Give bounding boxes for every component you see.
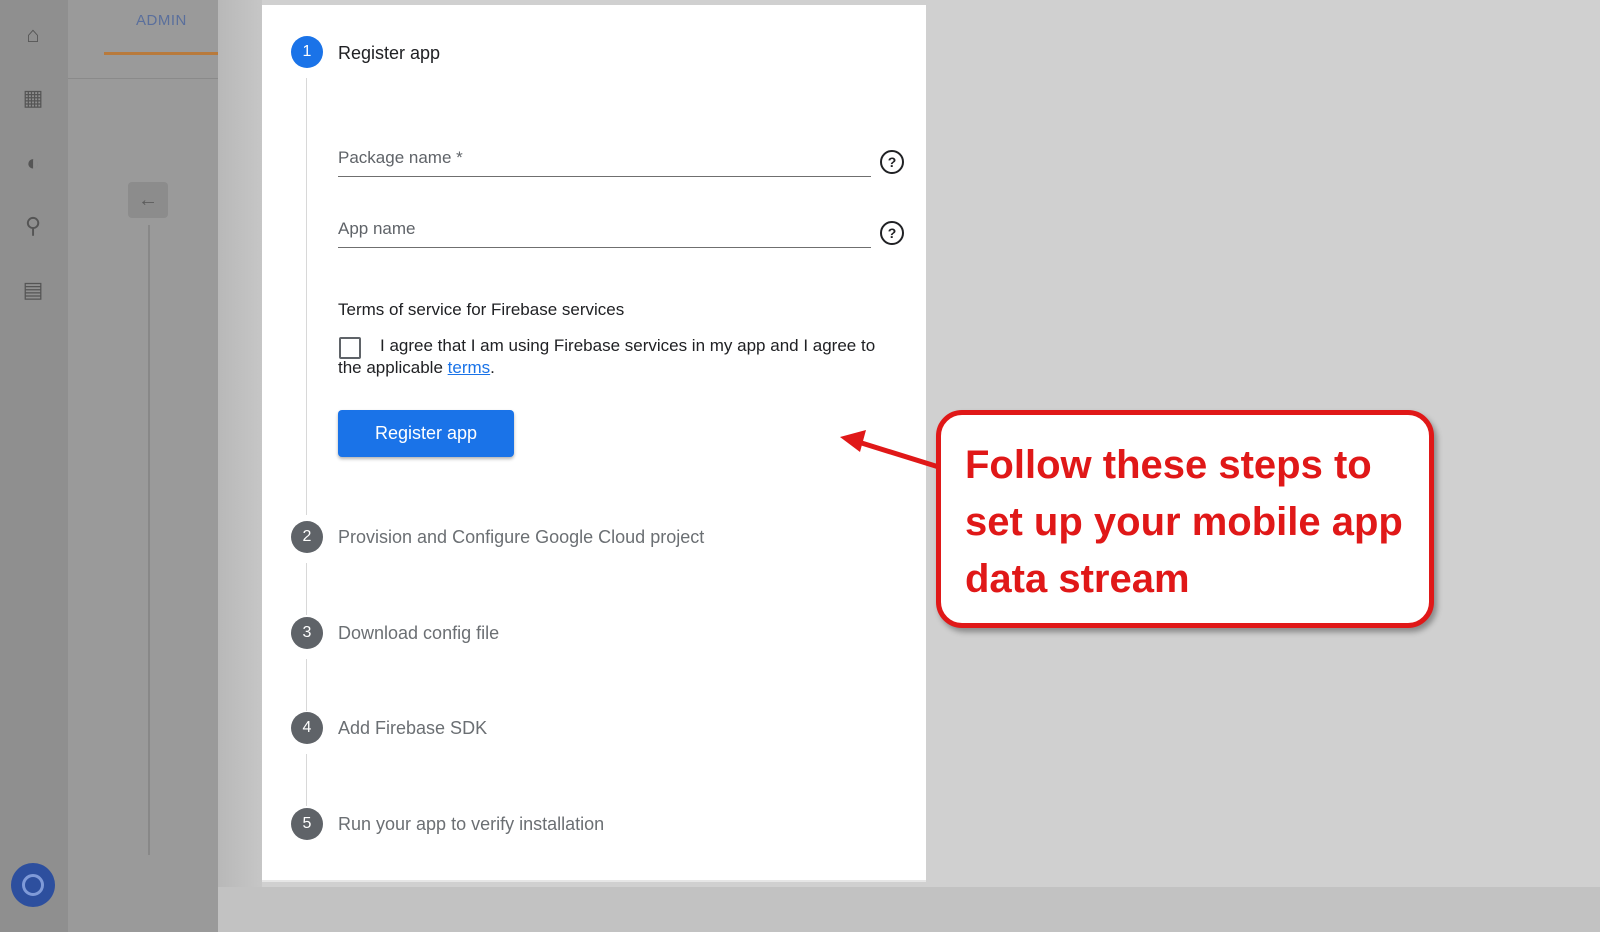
admin-tab[interactable]: ADMIN [136,12,187,29]
step-4-title[interactable]: Add Firebase SDK [338,718,487,739]
annotation-arrow [840,430,945,471]
package-name-input[interactable] [338,136,871,178]
step-3-number: 3 [291,617,323,649]
app-name-field[interactable] [338,207,871,249]
background-app: ⌂ ▦ ◐ ⚲ ▤ ADMIN ← [0,0,218,932]
help-circle-icon[interactable]: ? [880,221,904,245]
header-divider [68,78,218,79]
panel-shadow [218,0,262,932]
terms-heading: Terms of service for Firebase services [338,300,625,319]
terms-checkbox[interactable] [339,337,361,359]
step-2-number: 2 [291,521,323,553]
step-5-title[interactable]: Run your app to verify installation [338,814,604,835]
step-connector [306,754,307,806]
bottom-bar [218,887,1600,932]
agree-text-end: . [490,358,495,377]
setup-stepper-panel: 1 Register app ? ? Terms of service for … [262,5,926,882]
terms-link[interactable]: terms [448,358,491,377]
step-5-number: 5 [291,808,323,840]
advertising-icon[interactable]: ⚲ [20,213,46,239]
terms-agreement-text: I agree that I am using Firebase service… [338,335,878,379]
package-name-field[interactable] [338,136,871,178]
step-4-number: 4 [291,712,323,744]
home-icon[interactable]: ⌂ [20,22,46,48]
left-nav-rail: ⌂ ▦ ◐ ⚲ ▤ [0,0,68,932]
help-circle-icon[interactable]: ? [880,150,904,174]
agree-text: I agree that I am using Firebase service… [338,336,876,377]
arrow-left-icon[interactable]: ← [128,182,168,218]
app-name-input[interactable] [338,207,871,249]
settings-icon[interactable] [11,863,55,907]
step-1-number: 1 [291,36,323,68]
step-3-title[interactable]: Download config file [338,623,499,644]
explore-icon[interactable]: ◐ [20,150,46,176]
step-2-title[interactable]: Provision and Configure Google Cloud pro… [338,527,704,548]
library-icon[interactable]: ▤ [20,277,46,303]
step-connector [306,659,307,711]
annotation-callout: Follow these steps to set up your mobile… [936,410,1434,628]
step-1-title: Register app [338,43,441,63]
column-divider [148,225,150,855]
admin-tab-indicator [104,52,218,55]
step-connector [306,78,307,515]
step-connector [306,563,307,615]
reports-icon[interactable]: ▦ [20,85,46,111]
register-app-button[interactable]: Register app [338,410,514,457]
callout-text: Follow these steps to set up your mobile… [965,443,1403,601]
